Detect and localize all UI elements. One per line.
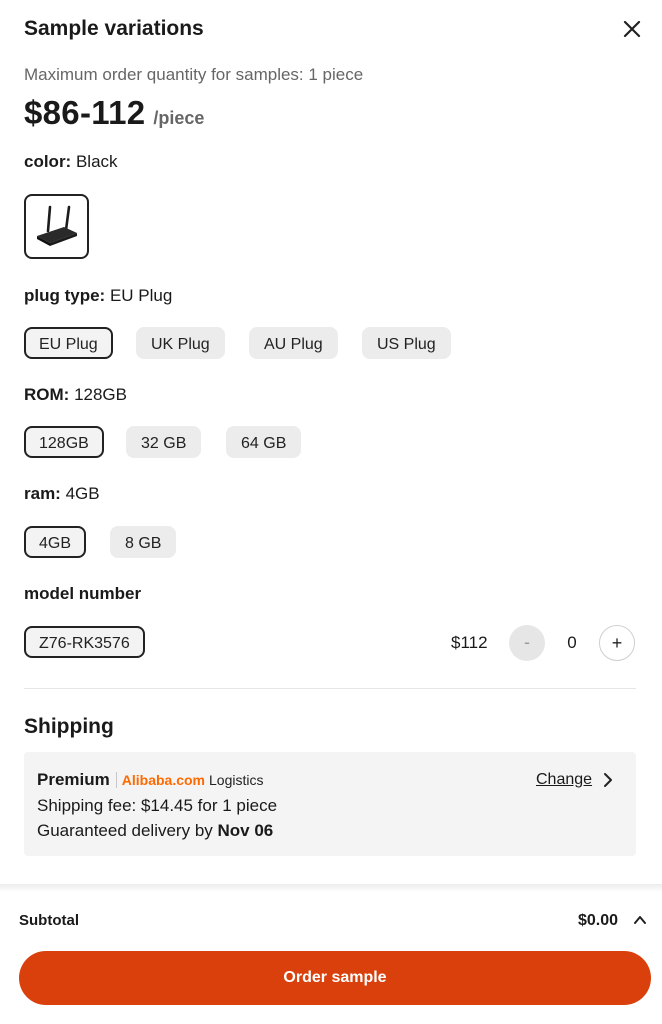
delivery-date: Nov 06 [217, 821, 274, 840]
shipping-method: Premium Alibaba.com Logistics [37, 770, 263, 790]
chevron-up-icon[interactable] [633, 914, 647, 926]
plug-type-label: plug type: EU Plug [24, 286, 173, 305]
model-number-label: model number [24, 584, 142, 603]
ram-value: 4GB [65, 484, 100, 503]
shipping-fee: Shipping fee: $14.45 for 1 piece [37, 796, 278, 815]
footer-shadow [0, 884, 662, 892]
delivery-guarantee: Guaranteed delivery by Nov 06 [37, 821, 274, 840]
plug-option-au[interactable]: AU Plug [249, 327, 338, 359]
rom-option-128gb[interactable]: 128GB [24, 426, 104, 458]
section-divider [24, 688, 636, 689]
close-button[interactable] [618, 15, 646, 43]
subtotal-value: $0.00 [578, 912, 619, 929]
change-shipping-link[interactable]: Change [536, 771, 592, 789]
rom-label: ROM: 128GB [24, 385, 127, 404]
shipping-title: Shipping [24, 715, 114, 738]
rom-option-64gb[interactable]: 64 GB [226, 426, 302, 458]
ram-label: ram: 4GB [24, 484, 100, 503]
quantity-stepper: - 0 + [509, 625, 635, 661]
increment-button[interactable]: + [599, 625, 635, 661]
modal-title: Sample variations [24, 17, 204, 40]
color-label: color: Black [24, 152, 118, 171]
price-range: $86-112 [24, 94, 146, 131]
ram-option-4gb[interactable]: 4GB [24, 526, 87, 558]
router-thumbnail [37, 205, 77, 246]
price-row: $86-112/piece [24, 94, 204, 132]
chevron-right-icon[interactable] [602, 772, 614, 788]
ram-option-8gb[interactable]: 8 GB [110, 526, 177, 558]
max-quantity-note: Maximum order quantity for samples: 1 pi… [24, 65, 364, 84]
shipping-card: Premium Alibaba.com Logistics Change Shipp… [24, 752, 636, 856]
rom-option-32gb[interactable]: 32 GB [126, 426, 202, 458]
plug-option-us[interactable]: US Plug [362, 327, 451, 359]
price-unit: /piece [153, 108, 205, 128]
color-swatch-black[interactable] [24, 194, 89, 259]
shipping-tier: Premium [37, 770, 110, 789]
model-option-z76-rk3576[interactable]: Z76-RK3576 [24, 626, 145, 658]
color-value: Black [75, 152, 118, 171]
order-sample-button[interactable]: Order sample [19, 951, 651, 1005]
plug-option-uk[interactable]: UK Plug [136, 327, 225, 359]
rom-value: 128GB [74, 385, 127, 404]
quantity-value[interactable]: 0 [545, 625, 599, 661]
logistics-label: Logistics [209, 772, 264, 788]
decrement-button[interactable]: - [509, 625, 545, 661]
close-icon [623, 20, 641, 38]
plug-option-eu[interactable]: EU Plug [24, 327, 113, 359]
alibaba-logo: Alibaba.com [115, 772, 205, 788]
subtotal-label: Subtotal [19, 912, 79, 929]
plug-type-value: EU Plug [109, 286, 173, 305]
model-price: $112 [451, 633, 488, 652]
